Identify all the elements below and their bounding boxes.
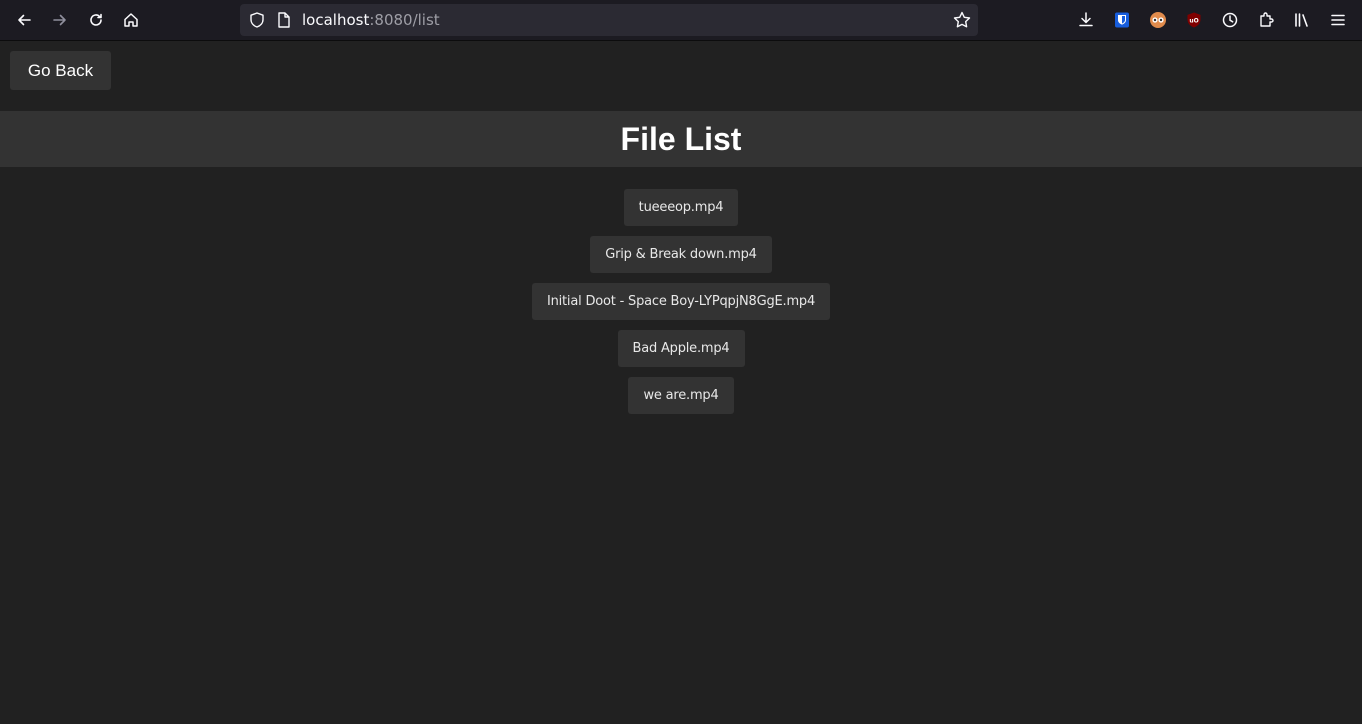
bookmark-star-icon[interactable] [952,10,972,30]
url-bar[interactable]: localhost:8080/list [240,4,978,36]
page-title: File List [620,120,742,157]
download-icon[interactable] [1076,10,1096,30]
reload-icon[interactable] [81,5,111,35]
file-list: tueeeop.mp4 Grip & Break down.mp4 Initia… [0,189,1362,424]
shield-icon[interactable] [248,11,266,29]
svg-text:uO: uO [1189,18,1198,25]
file-button[interactable]: we are.mp4 [628,377,734,414]
library-icon[interactable] [1292,10,1312,30]
history-icon[interactable] [1220,10,1240,30]
back-icon[interactable] [9,5,39,35]
privacy-badger-icon[interactable] [1148,10,1168,30]
file-button[interactable]: tueeeop.mp4 [623,189,739,226]
ublock-icon[interactable]: uO [1184,10,1204,30]
url-text[interactable]: localhost:8080/list [302,11,440,29]
forward-icon[interactable] [45,5,75,35]
url-path: :8080/list [369,11,440,29]
home-icon[interactable] [116,5,146,35]
browser-toolbar: localhost:8080/list uO [0,0,1362,41]
url-host: localhost [302,11,370,29]
file-button[interactable]: Grip & Break down.mp4 [590,236,772,273]
bitwarden-icon[interactable] [1112,10,1132,30]
go-back-button[interactable]: Go Back [10,51,111,90]
extensions-icon[interactable] [1256,10,1276,30]
page-icon[interactable] [276,11,292,29]
page-header: File List [0,111,1362,167]
file-button[interactable]: Initial Doot - Space Boy-LYPqpjN8GgE.mp4 [531,283,831,320]
file-button[interactable]: Bad Apple.mp4 [617,330,745,367]
menu-icon[interactable] [1328,10,1348,30]
